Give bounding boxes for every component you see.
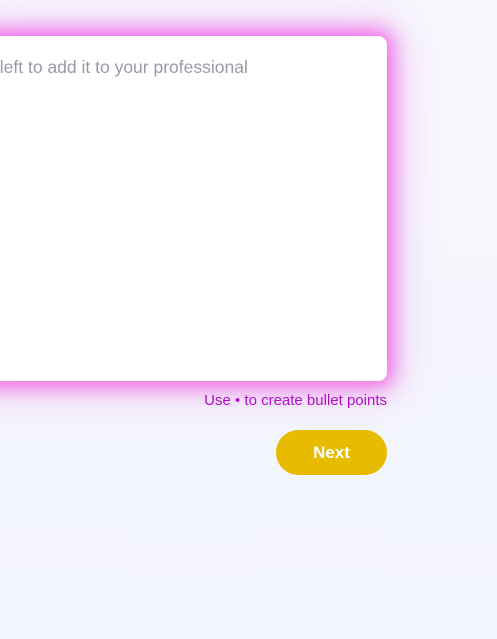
bullet-hint: Use • to create bullet points (204, 392, 387, 409)
next-button[interactable]: Next (276, 430, 387, 475)
summary-editor[interactable]: n the left to add it to your professiona… (0, 36, 387, 381)
editor-placeholder-text: n the left to add it to your professiona… (0, 57, 248, 77)
page: n the left to add it to your professiona… (0, 0, 497, 639)
